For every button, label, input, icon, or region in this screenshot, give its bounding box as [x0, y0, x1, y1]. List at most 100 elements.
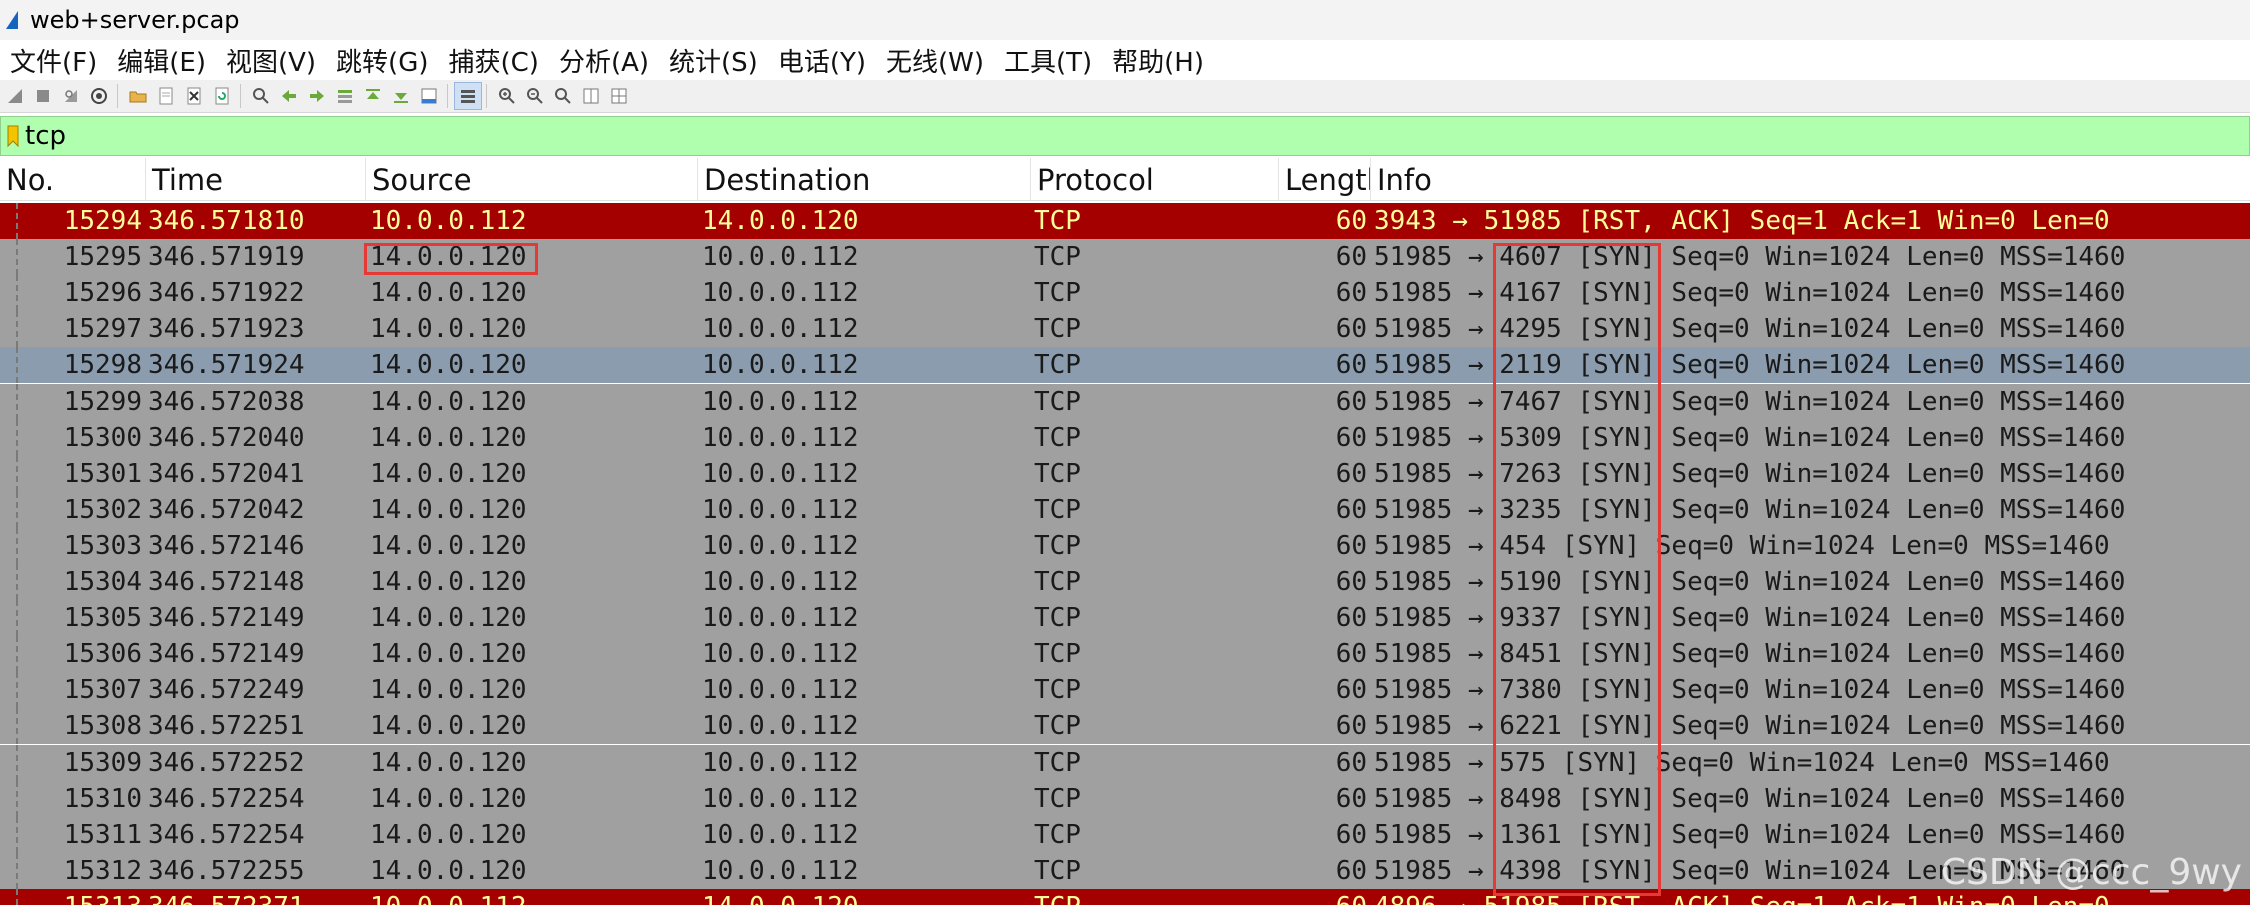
cell-dst: 10.0.0.112: [702, 711, 859, 742]
packet-row[interactable]: 15307 346.572249 14.0.0.120 10.0.0.112 TCP 60…: [0, 672, 2250, 709]
restart-capture-button[interactable]: [58, 83, 84, 109]
column-header-destination[interactable]: Destination: [698, 158, 1031, 200]
cell-info: 51985 → 7380 [SYN] Seq=0 Win=1024 Len=0 …: [1374, 675, 2126, 706]
packet-row[interactable]: 15296 346.571922 14.0.0.120 10.0.0.112 TCP 60…: [0, 275, 2250, 312]
first-packet-button[interactable]: [360, 83, 386, 109]
menu-bar: 文件(F) 编辑(E) 视图(V) 跳转(G) 捕获(C) 分析(A) 统计(S) 电话(Y)…: [0, 40, 2250, 80]
go-to-packet-icon: [338, 90, 352, 103]
packet-row[interactable]: 15301 346.572041 14.0.0.120 10.0.0.112 TCP 60…: [0, 455, 2250, 492]
filter-bookmark-icon[interactable]: [7, 124, 19, 148]
packet-row-rst[interactable]: 15313 346.572371 10.0.0.11214.0.0.120TCP 60…: [0, 888, 2250, 905]
packet-row[interactable]: 15310 346.572254 14.0.0.120 10.0.0.112 TCP 60…: [0, 780, 2250, 817]
packet-row[interactable]: 15295 346.571919 14.0.0.120 10.0.0.112 TCP 60…: [0, 239, 2250, 276]
cell-dst: 14.0.0.120: [702, 889, 1030, 905]
cell-len: 60: [1335, 278, 1367, 309]
cell-len: 60: [1335, 603, 1367, 634]
menu-item-6[interactable]: 统计(S): [659, 42, 768, 79]
cell-src: 14.0.0.120: [370, 530, 527, 561]
go-forward-button[interactable]: [304, 83, 330, 109]
cell-time: 346.572146: [148, 530, 305, 561]
open-file-button[interactable]: [125, 83, 151, 109]
cell-src: 14.0.0.120: [370, 747, 527, 778]
menu-item-10[interactable]: 帮助(H): [1102, 42, 1214, 79]
packet-row[interactable]: 15306 346.572149 14.0.0.120 10.0.0.112 TCP 60…: [0, 636, 2250, 673]
packet-row[interactable]: 15311 346.572254 14.0.0.120 10.0.0.112 TCP 60…: [0, 816, 2250, 853]
last-packet-button[interactable]: [388, 83, 414, 109]
packet-row-rst[interactable]: 15294 346.571810 10.0.0.112 14.0.0.120 TCP 60…: [0, 203, 2250, 239]
column-header-no[interactable]: No.: [0, 158, 146, 200]
menu-item-7[interactable]: 电话(Y): [768, 42, 876, 79]
cell-len: 60: [1335, 458, 1367, 489]
cell-info: 51985 → 1361 [SYN] Seq=0 Win=1024 Len=0 …: [1374, 819, 2126, 850]
menu-item-2[interactable]: 视图(V): [216, 42, 326, 79]
cell-time: 346.572254: [148, 819, 305, 850]
stop-capture-button[interactable]: [30, 83, 56, 109]
menu-item-0[interactable]: 文件(F): [0, 42, 107, 79]
auto-scroll-icon: [421, 88, 437, 104]
packet-row[interactable]: 15305 346.572149 14.0.0.120 10.0.0.112 TCP 60…: [0, 600, 2250, 637]
packet-row[interactable]: 15304 346.572148 14.0.0.120 10.0.0.112 TCP 60…: [0, 564, 2250, 600]
go-back-button[interactable]: [276, 83, 302, 109]
cell-src: 14.0.0.120: [370, 783, 527, 814]
packet-row[interactable]: 15308 346.572251 14.0.0.120 10.0.0.112 TCP 60…: [0, 708, 2250, 745]
cell-dst: 10.0.0.112: [702, 530, 859, 561]
auto-scroll-button[interactable]: [416, 83, 442, 109]
cell-src: 14.0.0.120: [370, 494, 527, 525]
cell-no: 15295: [63, 242, 142, 273]
column-header-time[interactable]: Time: [146, 158, 366, 200]
packet-list[interactable]: 15294 346.571810 10.0.0.112 14.0.0.120 TCP 60…: [0, 203, 2250, 905]
go-to-packet-button[interactable]: [332, 83, 358, 109]
cell-src: 14.0.0.120: [370, 675, 527, 706]
cell-info: 51985 → 4398 [SYN] Seq=0 Win=1024 Len=0 …: [1374, 855, 2126, 886]
packet-row[interactable]: 15309 346.572252 14.0.0.120 10.0.0.112 TCP 60…: [0, 744, 2250, 781]
cell-len: 60: [1335, 639, 1367, 670]
menu-item-8[interactable]: 无线(W): [876, 42, 994, 79]
column-header-length[interactable]: Length: [1279, 158, 1371, 200]
close-file-button[interactable]: [181, 83, 207, 109]
menu-item-3[interactable]: 跳转(G): [326, 42, 438, 79]
cell-no: 15311: [63, 819, 142, 850]
cell-info: 51985 → 5309 [SYN] Seq=0 Win=1024 Len=0 …: [1374, 422, 2126, 453]
cell-info: 51985 → 9337 [SYN] Seq=0 Win=1024 Len=0 …: [1374, 603, 2126, 634]
cell-src: 14.0.0.120: [370, 242, 527, 273]
shark-fin-start-icon: [8, 89, 22, 103]
save-file-button[interactable]: [153, 83, 179, 109]
find-packet-icon: [253, 88, 269, 104]
expand-all-button[interactable]: [606, 83, 632, 109]
find-packet-button[interactable]: [248, 83, 274, 109]
packet-row[interactable]: 15297 346.571923 14.0.0.120 10.0.0.112 TCP 60…: [0, 311, 2250, 348]
cell-time: 346.572254: [148, 783, 305, 814]
cell-proto: TCP: [1034, 567, 1081, 597]
cell-no: 15309: [63, 747, 142, 778]
column-header-source[interactable]: Source: [366, 158, 698, 200]
resize-columns-button[interactable]: [578, 83, 604, 109]
capture-options-button[interactable]: [86, 83, 112, 109]
cell-len: 60: [1335, 747, 1367, 778]
menu-item-1[interactable]: 编辑(E): [107, 42, 216, 79]
column-header-info[interactable]: Info: [1371, 158, 2250, 200]
cell-no: 15299: [63, 386, 142, 417]
menu-item-9[interactable]: 工具(T): [994, 42, 1102, 79]
packet-row[interactable]: 15303 346.572146 14.0.0.120 10.0.0.112 TCP 60…: [0, 527, 2250, 564]
reload-button[interactable]: [209, 83, 235, 109]
zoom-out-button[interactable]: [522, 83, 548, 109]
zoom-in-button[interactable]: [494, 83, 520, 109]
normal-size-button[interactable]: [550, 83, 576, 109]
packet-row[interactable]: 15298 346.571924 14.0.0.120 10.0.0.112 TCP 60…: [0, 347, 2250, 384]
display-filter-input[interactable]: [25, 121, 2205, 151]
packet-row[interactable]: 15312 346.572255 14.0.0.120 10.0.0.112 TCP 60…: [0, 852, 2250, 889]
cell-no: 15313: [0, 889, 142, 905]
menu-item-4[interactable]: 捕获(C): [438, 42, 548, 79]
cell-no: 15312: [63, 855, 142, 886]
colorize-button[interactable]: [454, 82, 482, 110]
cell-proto: TCP: [1034, 494, 1081, 525]
packet-row[interactable]: 15302 346.572042 14.0.0.120 10.0.0.112 TCP 60…: [0, 491, 2250, 528]
packet-row[interactable]: 15299 346.572038 14.0.0.120 10.0.0.112 TCP 60…: [0, 383, 2250, 420]
cell-time: 346.572251: [148, 711, 305, 742]
menu-item-5[interactable]: 分析(A): [549, 42, 659, 79]
shark-fin-start-button[interactable]: [2, 83, 28, 109]
column-header-protocol[interactable]: Protocol: [1031, 158, 1279, 200]
cell-src: 14.0.0.120: [370, 639, 527, 670]
packet-row[interactable]: 15300 346.572040 14.0.0.120 10.0.0.112 TCP 60…: [0, 419, 2250, 456]
cell-no: 15297: [63, 314, 142, 345]
